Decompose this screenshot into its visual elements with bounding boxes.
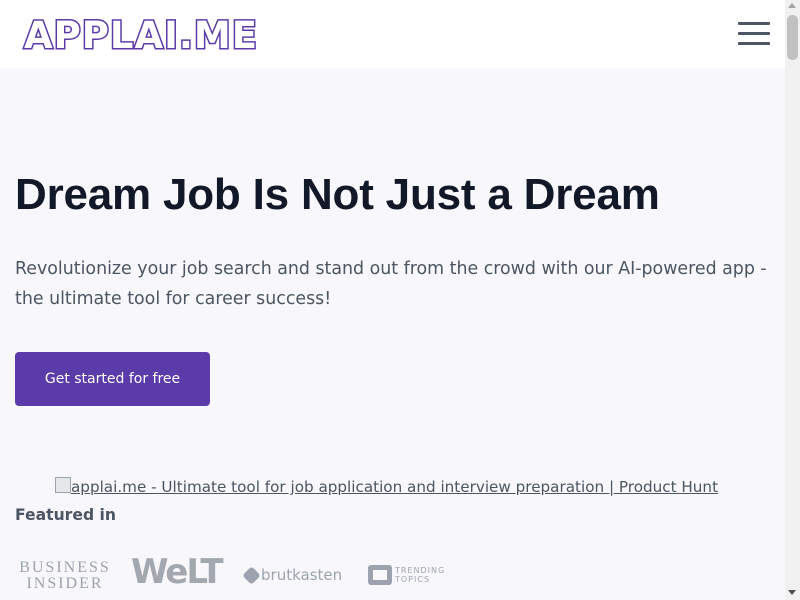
hero-title: Dream Job Is Not Just a Dream — [15, 170, 660, 219]
brutkasten-mark-icon — [242, 565, 261, 585]
brutkasten-text: brutkasten — [261, 566, 343, 584]
vertical-scrollbar[interactable] — [785, 0, 800, 600]
business-insider-line2: INSIDER — [26, 575, 104, 592]
business-insider-line1: BUSINESS — [19, 559, 111, 576]
product-hunt-badge-link[interactable]: applai.me - Ultimate tool for job applic… — [55, 477, 719, 496]
logo[interactable]: APPLAI.ME — [23, 13, 259, 59]
trending-topics-logo: TRENDING TOPICS — [368, 565, 445, 585]
scroll-up-arrow-icon[interactable] — [788, 3, 796, 8]
scrollbar-thumb[interactable] — [787, 15, 798, 60]
hamburger-menu-icon[interactable] — [736, 21, 772, 47]
featured-in-heading: Featured in — [15, 506, 116, 524]
trending-topics-line1: TRENDING — [395, 566, 446, 575]
get-started-button[interactable]: Get started for free — [15, 352, 210, 406]
welt-logo: WeLT — [131, 552, 224, 592]
broken-image-icon — [55, 477, 71, 493]
business-insider-logo: BUSINESS INSIDER — [15, 560, 115, 592]
scroll-down-arrow-icon[interactable] — [788, 590, 796, 595]
page: APPLAI.ME Dream Job Is Not Just a Dream … — [0, 0, 785, 600]
trending-topics-line2: TOPICS — [395, 575, 431, 584]
product-hunt-alt-text: applai.me - Ultimate tool for job applic… — [71, 478, 719, 496]
brutkasten-logo: brutkasten — [242, 565, 343, 585]
site-header: APPLAI.ME — [0, 0, 785, 68]
hero-subtitle: Revolutionize your job search and stand … — [15, 259, 767, 309]
trending-topics-mark-icon — [368, 565, 392, 585]
